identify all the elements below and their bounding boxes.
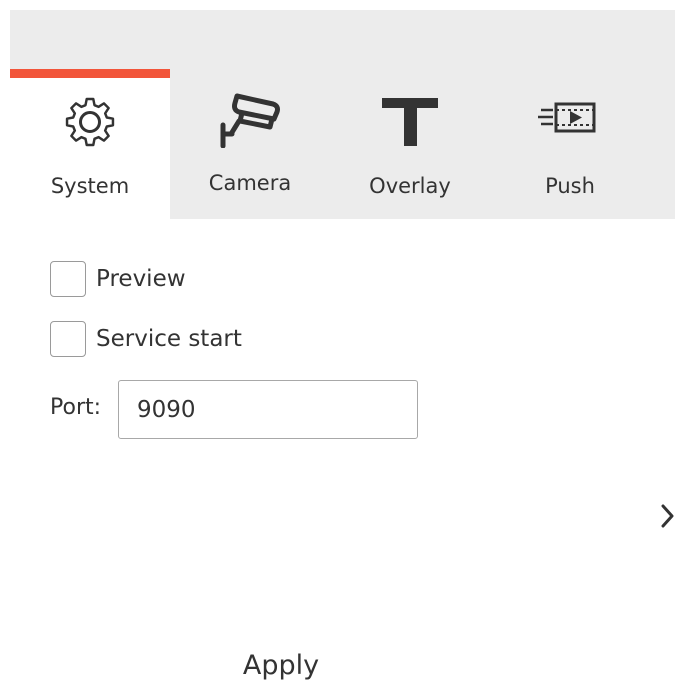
video-push-icon [490, 88, 650, 148]
gear-icon [10, 88, 170, 148]
service-start-checkbox[interactable] [50, 321, 86, 357]
active-tab-indicator [10, 69, 170, 78]
tab-system-label: System [50, 174, 130, 198]
cctv-camera-icon [170, 88, 330, 148]
preview-label: Preview [96, 266, 186, 292]
tab-camera-label: Camera [208, 171, 292, 195]
tab-push[interactable]: Push [490, 78, 650, 218]
preview-checkbox[interactable] [50, 261, 86, 297]
settings-panel: System Camera Overlay Push Preview Servi… [0, 0, 675, 686]
tab-push-label: Push [545, 174, 595, 198]
service-start-option: Service start [50, 320, 242, 358]
tab-overlay-label: Overlay [369, 174, 451, 198]
preview-option: Preview [50, 260, 186, 298]
tab-overlay[interactable]: Overlay [330, 78, 490, 218]
service-start-label: Service start [96, 326, 242, 352]
port-label: Port: [50, 395, 102, 420]
text-t-icon [330, 88, 490, 148]
chevron-right-icon[interactable] [660, 503, 675, 529]
apply-button[interactable]: Apply [222, 644, 340, 686]
tab-camera[interactable]: Camera [170, 78, 330, 218]
port-input[interactable] [118, 380, 418, 439]
tab-system[interactable]: System [10, 78, 170, 218]
